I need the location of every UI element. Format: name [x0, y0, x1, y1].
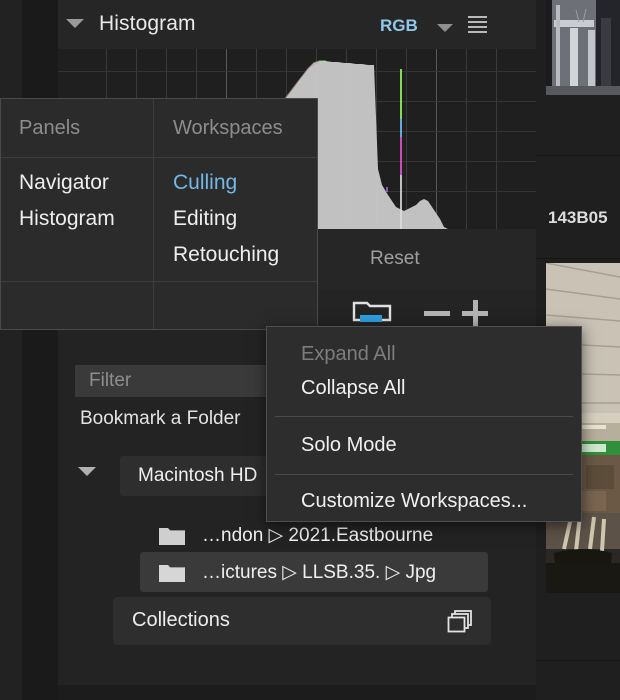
- menu-item-collapse-all[interactable]: Collapse All: [301, 377, 406, 400]
- menu-item-solo-mode[interactable]: Solo Mode: [301, 434, 397, 457]
- flyout-workspace-retouching[interactable]: Retouching: [173, 243, 279, 267]
- collections-label: Collections: [132, 609, 230, 631]
- hamburger-menu-icon[interactable]: [468, 16, 487, 33]
- channel-selector-label[interactable]: RGB: [380, 16, 418, 36]
- workspace-context-menu: Expand All Collapse All Solo Mode Custom…: [266, 326, 582, 522]
- thumbnail-filename-label: 143B05: [548, 208, 608, 227]
- flyout-panel-histogram[interactable]: Histogram: [19, 207, 115, 231]
- tree-item-label: Macintosh HD: [138, 465, 258, 486]
- reset-button[interactable]: Reset: [370, 248, 420, 270]
- collections-row[interactable]: Collections: [113, 597, 491, 645]
- stacked-squares-icon[interactable]: [447, 610, 473, 634]
- filter-placeholder: Filter: [89, 370, 132, 391]
- menu-item-expand-all: Expand All: [301, 343, 396, 365]
- panels-workspaces-flyout: Panels Workspaces Navigator Histogram Cu…: [0, 98, 318, 330]
- chevron-down-icon[interactable]: [437, 24, 453, 32]
- app-window: Histogram RGB Reset Filter Bookmark a Fo…: [0, 0, 620, 700]
- tree-item-label: …ictures ▷ LLSB.35. ▷ Jpg: [202, 561, 437, 583]
- flyout-panel-navigator[interactable]: Navigator: [19, 171, 109, 195]
- disclosure-triangle-icon[interactable]: [78, 467, 96, 476]
- flyout-workspace-culling[interactable]: Culling: [173, 171, 237, 195]
- flyout-header-workspaces: Workspaces: [173, 117, 283, 139]
- menu-item-customize-workspaces[interactable]: Customize Workspaces...: [301, 490, 527, 513]
- triangle-down-icon[interactable]: [66, 19, 84, 28]
- tree-item-llsb-jpg[interactable]: …ictures ▷ LLSB.35. ▷ Jpg: [140, 552, 488, 592]
- thumbnail-scaffolding-pipes[interactable]: [546, 0, 620, 95]
- minus-icon[interactable]: [424, 311, 450, 316]
- flyout-header-panels: Panels: [19, 117, 81, 139]
- folder-icon: [159, 564, 185, 582]
- panel-title: Histogram: [99, 12, 196, 35]
- histogram-header: Histogram RGB: [58, 0, 536, 47]
- plus-icon[interactable]: [462, 300, 488, 326]
- folder-icon: [159, 527, 185, 545]
- new-folder-icon[interactable]: [352, 300, 392, 324]
- filter-input[interactable]: Filter: [75, 365, 287, 397]
- flyout-workspace-editing[interactable]: Editing: [173, 207, 237, 231]
- bookmark-a-folder-label[interactable]: Bookmark a Folder: [80, 408, 241, 430]
- tree-item-label: …ndon ▷ 2021.Eastbourne: [202, 524, 434, 546]
